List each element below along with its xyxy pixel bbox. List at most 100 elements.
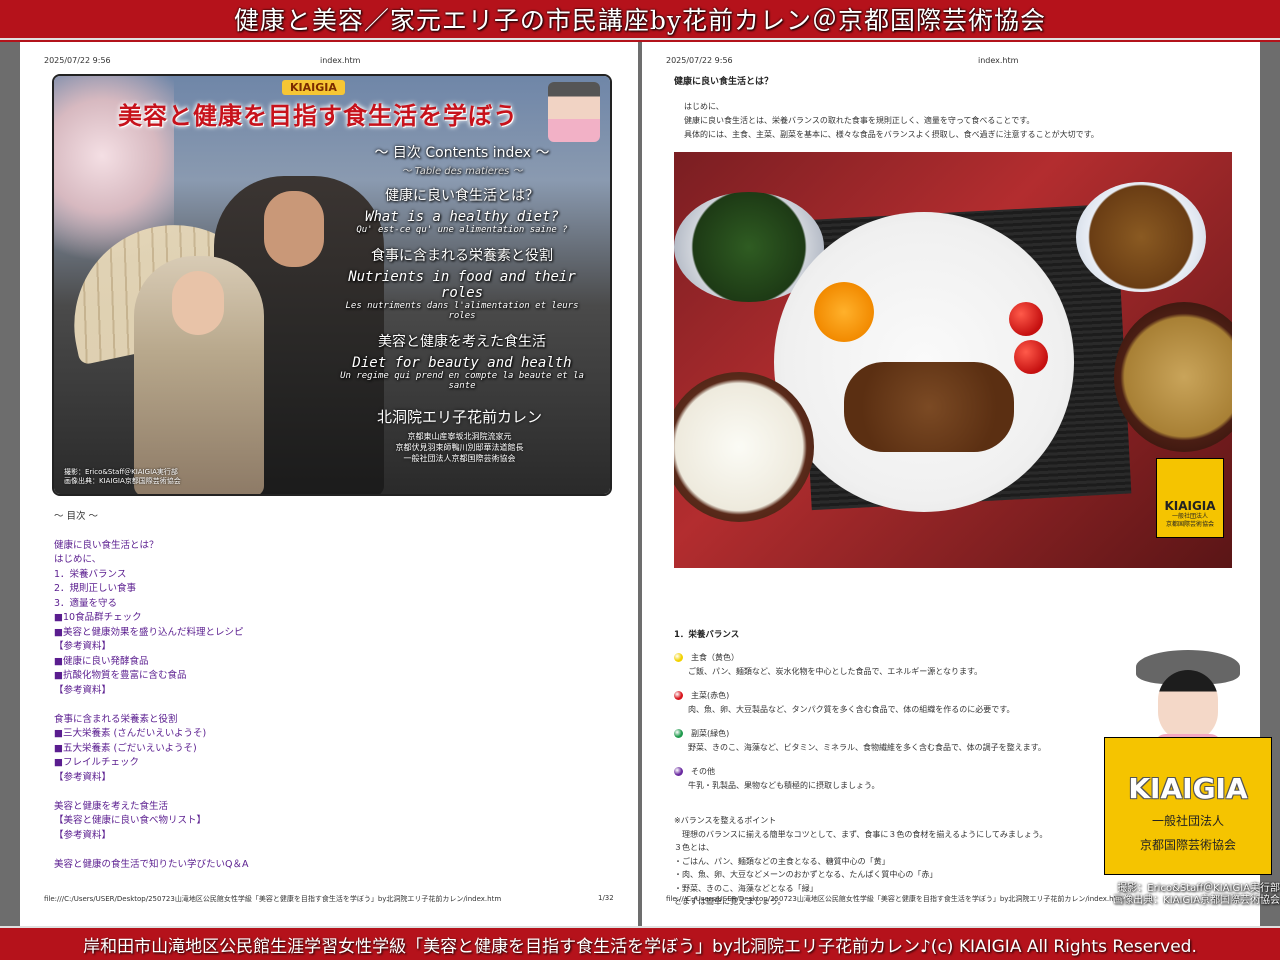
pages-area: 2025/07/22 9:56 index.htm KIAIGIA 美容と健康を…: [0, 42, 1280, 926]
toc-item[interactable]: 健康に良い食生活とは？: [54, 539, 614, 554]
food-group-title: その他: [691, 767, 715, 776]
signature-line: 京都伏見羽束師鴨川別邸華法道館長: [395, 443, 524, 452]
hero-tag: KIAIGIA: [282, 80, 345, 95]
man-face: [264, 191, 324, 267]
tomato: [1014, 340, 1048, 374]
food-group-desc: 野菜、きのこ、海藻など、ビタミン、ミネラル、食物繊維を多く含む食品で、体の調子を…: [688, 743, 1046, 752]
toc-item[interactable]: ■五大栄養素 (ごだいえいようそ): [54, 742, 614, 757]
toc-item[interactable]: 【美容と健康に良い食べ物リスト】: [54, 814, 614, 829]
food-group: その他牛乳・乳製品、果物なども積極的に摂取しましょう。: [674, 766, 1114, 791]
meal-photo: KIAIGIA 一般社団法人 京都国際芸術協会: [674, 152, 1232, 568]
toc-item[interactable]: ■健康に良い発酵食品: [54, 655, 614, 670]
toc-blocks: 健康に良い食生活とは？ はじめに、 1．栄養バランス 2．規則正しい食事 3．適量を守る…: [54, 539, 614, 873]
toc-item[interactable]: ■美容と健康効果を盛り込んだ料理とレシピ: [54, 626, 614, 641]
toc-gap: [54, 843, 614, 858]
food-group: 主菜(赤色) 肉、魚、卵、大豆製品など、タンパク質を多く含む食品で、体の組織を作る…: [674, 690, 1114, 715]
right-filename: index.htm: [978, 56, 1019, 65]
food-group: 主食（黄色） ご飯、パン、麺類など、炭水化物を中心とした食品で、エネルギー源となり…: [674, 652, 1114, 677]
right-date: 2025/07/22 9:56: [666, 56, 733, 65]
signature-line: 京都東山産寧坂北洞院流家元: [407, 432, 512, 441]
toc-item[interactable]: 1．栄養バランス: [54, 568, 614, 583]
food-group: 副菜(緑色) 野菜、きのこ、海藻など、ビタミン、ミネラル、食物繊維を多く含む食品で…: [674, 728, 1114, 753]
photo-badge: KIAIGIA 一般社団法人 京都国際芸術協会: [1156, 458, 1224, 538]
miso-soup-bowl: [1114, 302, 1232, 452]
toc-item[interactable]: ■抗酸化物質を豊富に含む食品: [54, 669, 614, 684]
head-shape: [1158, 670, 1218, 742]
logo-sub: 京都国際芸術協会: [1139, 838, 1236, 852]
toc-item[interactable]: 3．適量を守る: [54, 597, 614, 612]
logo-name: KIAIGIA: [1128, 772, 1248, 805]
color-dot-icon: [674, 691, 683, 700]
hero-section-jp: 美容と健康を考えた食生活: [378, 334, 546, 350]
color-dot-icon: [674, 653, 683, 662]
hero-credit: 撮影：Erico&Staff＠KIAIGIA実行部 画像出典：KIAIGIA京都…: [64, 468, 181, 486]
toc-item[interactable]: ■三大栄養素 (さんだいえいようそ): [54, 727, 614, 742]
kiaigia-logo-box: KIAIGIA 一般社団法人 京都国際芸術協会: [1104, 737, 1272, 875]
left-filename: index.htm: [320, 56, 361, 65]
ginger-pork: [844, 362, 1014, 452]
toc-item[interactable]: ■10食品群チェック: [54, 611, 614, 626]
toc-list: ～ 目次 ～ 健康に良い食生活とは？ はじめに、 1．栄養バランス 2．規則正しい食事…: [54, 510, 614, 872]
woman-face: [172, 271, 224, 335]
credit-line: 画像出典：KIAIGIA京都国際芸術協会: [64, 477, 181, 485]
left-page: 2025/07/22 9:56 index.htm KIAIGIA 美容と健康を…: [20, 42, 638, 926]
toc-item[interactable]: 【参考資料】: [54, 829, 614, 844]
intro-line: 具体的には、主食、主菜、副菜を基本に、様々な食品をバランスよく摂取し、食べ過ぎに…: [684, 130, 1099, 139]
toc-item[interactable]: 食事に含まれる栄養素と役割: [54, 713, 614, 728]
hero-section-fr: Un regime qui prend en compte la beaute …: [340, 371, 584, 391]
hero-section-jp: 健康に良い食生活とは？: [385, 188, 539, 204]
toc-item[interactable]: はじめに、: [54, 553, 614, 568]
rice-bowl: [674, 372, 814, 522]
toc-heading: ～ 目次 ～: [54, 511, 99, 522]
hero-section-fr: Qu' est-ce qu' une alimentation saine ?: [356, 225, 568, 235]
hero-toc-title: ～ 目次 Contents index ～: [374, 145, 550, 161]
toc-item[interactable]: 【参考資料】: [54, 771, 614, 786]
signature-name: 北洞院エリ子花前カレン: [376, 408, 542, 426]
toc-item[interactable]: 美容と健康の食生活で知りたい学びたいQ＆A: [54, 858, 614, 873]
intro-line: はじめに、: [684, 102, 724, 111]
overlay-credit: 撮影：Erico&Staff＠KIAIGIA実行部 画像出典：KIAIGIA京都…: [1104, 883, 1280, 907]
hero-section-en: Nutrients in food and their roles: [348, 269, 576, 301]
hero-section-en: Diet for beauty and health: [352, 355, 572, 371]
food-group-title-row: 副菜(緑色): [674, 728, 1114, 739]
left-page-number: 1/32: [598, 894, 614, 902]
food-group-title: 副菜(緑色): [691, 729, 730, 738]
tip-line: ・肉、魚、卵、大豆などメーンのおかずとなる、たんぱく質中心の「赤」: [674, 870, 938, 879]
section-title: 健康に良い食生活とは？: [674, 77, 774, 87]
orange-slice: [814, 282, 874, 342]
logo-sub: 一般社団法人: [1151, 814, 1224, 828]
top-banner: 健康と美容／家元エリ子の市民講座by花前カレン＠京都国際芸術協会: [0, 0, 1280, 40]
left-date: 2025/07/22 9:56: [44, 56, 111, 65]
intro-text: はじめに、 健康に良い食生活とは、栄養バランスの取れた食事を規則正しく、適量を守…: [684, 100, 1099, 142]
signature-line: 一般社団法人京都国際芸術協会: [403, 454, 516, 463]
credit-line: 撮影：Erico&Staff＠KIAIGIA実行部: [64, 468, 178, 476]
bottom-banner: 岸和田市山滝地区公民館生涯学習女性学級「美容と健康を目指す食生活を学ぼう」by北…: [0, 926, 1280, 960]
toc-item[interactable]: ■フレイルチェック: [54, 756, 614, 771]
food-group-title: 主菜(赤色): [691, 691, 730, 700]
photo-badge-sub: 京都国際芸術協会: [1165, 521, 1214, 528]
mascot-avatar-icon: [548, 82, 600, 142]
toc-item[interactable]: 美容と健康を考えた食生活: [54, 800, 614, 815]
photo-badge-name: KIAIGIA: [1164, 499, 1216, 513]
nutrition-section-title: 1．栄養バランス: [674, 630, 740, 640]
food-group-desc: 牛乳・乳製品、果物なども積極的に摂取しましょう。: [688, 781, 880, 790]
toc-item[interactable]: 【参考資料】: [54, 684, 614, 699]
credit-line: 画像出典：KIAIGIA京都国際芸術協会: [1113, 895, 1280, 906]
tip-line: ・ごはん、パン、麺類などの主食となる、糖質中心の「黄」: [674, 856, 890, 866]
credit-line: 撮影：Erico&Staff＠KIAIGIA実行部: [1117, 883, 1280, 894]
right-footer-path: file:///C:/Users/USER/Desktop/250723山滝地区…: [666, 895, 1124, 903]
intro-line: 健康に良い食生活とは、栄養バランスの取れた食事を規則正しく、適量を守って食べるこ…: [684, 116, 1035, 125]
hero-section-jp: 食事に含まれる栄養素と役割: [371, 248, 553, 264]
tip-line: ３色とは、: [674, 843, 714, 852]
tip-line: 理想のバランスに揃える簡単なコツとして、まず、食事に３色の食材を揃えるようにして…: [674, 829, 1048, 839]
toc-item[interactable]: 【参考資料】: [54, 640, 614, 655]
hero-signature: 北洞院エリ子花前カレン 京都東山産寧坂北洞院流家元 京都伏見羽束師鴨川別邸華法道…: [377, 406, 542, 464]
toc-item[interactable]: 2．規則正しい食事: [54, 582, 614, 597]
beans-bowl: [1076, 182, 1206, 292]
tomato: [1009, 302, 1043, 336]
food-group-title-row: その他: [674, 766, 1114, 777]
food-group-title-row: 主菜(赤色): [674, 690, 1114, 701]
tip-line: ・野菜、きのこ、海藻などとなる「緑」: [674, 883, 818, 893]
toc-gap: [54, 785, 614, 800]
color-dot-icon: [674, 729, 683, 738]
